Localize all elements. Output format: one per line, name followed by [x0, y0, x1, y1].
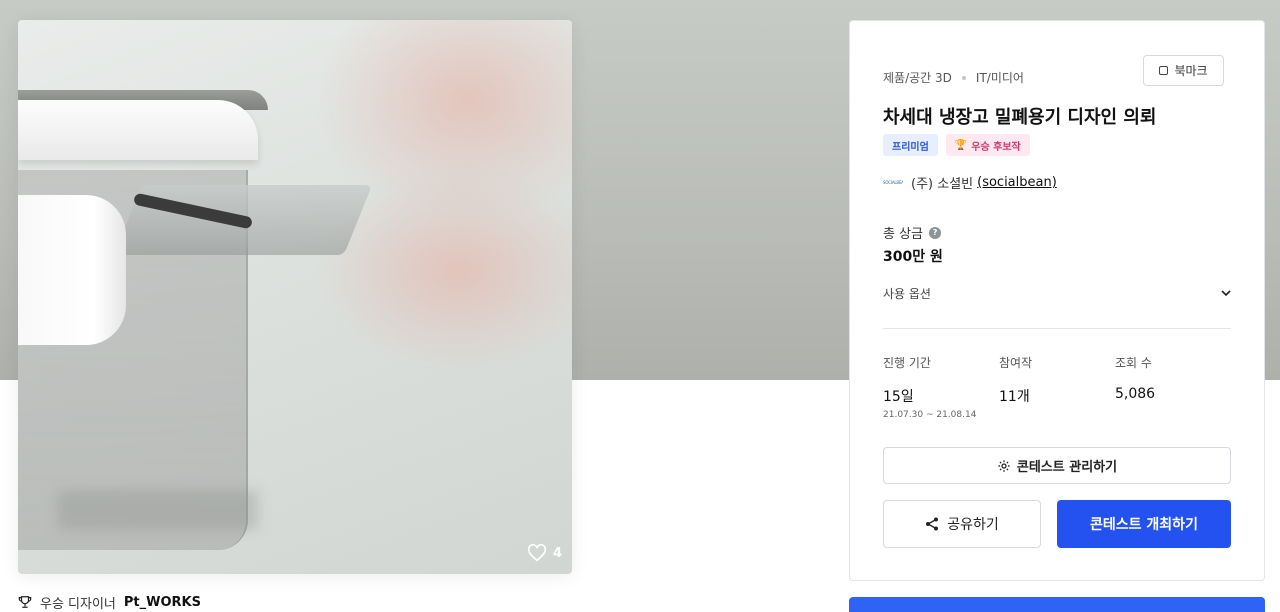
stat-entries: 참여작 11개	[999, 354, 1115, 420]
period-value: 15일	[883, 389, 914, 405]
container-lid-rim	[18, 100, 258, 160]
company-logo: SOCIALBEAN	[883, 180, 903, 185]
prize-label-text: 총 상금	[883, 227, 924, 242]
contest-info-panel: 제품/공간 3D IT/미디어 북마크 차세대 냉장고 밀폐용기 디자인 의뢰 …	[849, 20, 1265, 581]
container-band	[18, 195, 126, 345]
chevron-down-icon	[1221, 290, 1231, 297]
badge-row: 프리미엄 🏆 우승 후보작	[883, 134, 1030, 156]
views-label: 조회 수	[1115, 356, 1152, 370]
like-count: 4	[552, 545, 562, 561]
share-label: 공유하기	[947, 517, 999, 533]
help-icon[interactable]: ?	[929, 226, 942, 239]
stat-views: 조회 수 5,086	[1115, 354, 1231, 420]
designer-nickname[interactable]: Pt_WORKS	[124, 595, 201, 610]
entries-label: 참여작	[999, 356, 1033, 370]
period-label: 진행 기간	[883, 356, 931, 370]
gear-icon	[998, 459, 1010, 472]
company-row[interactable]: SOCIALBEAN (주) 소셜빈 (socialbean)	[883, 173, 1057, 192]
premium-badge: 프리미엄	[883, 134, 938, 156]
bottom-cta-strip[interactable]	[849, 597, 1265, 612]
container-shadow	[58, 490, 258, 530]
like-button[interactable]: 4	[527, 544, 562, 562]
trophy-icon: 🏆	[954, 139, 968, 151]
separator-dot	[961, 75, 966, 80]
category-primary[interactable]: 제품/공간 3D	[883, 69, 952, 86]
share-button[interactable]: 공유하기	[883, 500, 1041, 548]
winner-badge-label: 우승 후보작	[971, 141, 1021, 153]
share-icon	[926, 517, 939, 531]
trophy-icon	[18, 596, 32, 608]
views-value: 5,086	[1115, 386, 1156, 402]
stat-period: 진행 기간 15일 21.07.30 ~ 21.08.14	[883, 354, 999, 420]
designer-prefix: 우승 디자이너	[40, 596, 116, 612]
winning-designer: 우승 디자이너 Pt_WORKS	[18, 592, 201, 612]
heart-icon	[527, 544, 546, 562]
contest-title: 차세대 냉장고 밀폐용기 디자인 의뢰	[883, 107, 1157, 128]
entries-value: 11개	[999, 389, 1030, 405]
contest-stats: 진행 기간 15일 21.07.30 ~ 21.08.14 참여작 11개 조회…	[883, 354, 1231, 420]
use-option-label: 사용 옵션	[883, 286, 931, 301]
manage-contest-button[interactable]: 콘테스트 관리하기	[883, 447, 1231, 484]
winner-candidate-badge: 🏆 우승 후보작	[945, 134, 1030, 156]
bookmark-label: 북마크	[1174, 64, 1208, 78]
company-handle[interactable]: (socialbean)	[977, 175, 1057, 190]
prize-value: 300만 원	[883, 249, 943, 265]
contest-hero-image[interactable]: 4	[18, 20, 572, 574]
category-secondary[interactable]: IT/미디어	[976, 69, 1024, 86]
period-range: 21.07.30 ~ 21.08.14	[883, 410, 977, 420]
company-name: (주) 소셜빈	[911, 177, 974, 192]
use-option-toggle[interactable]: 사용 옵션	[883, 283, 1233, 303]
bookmark-icon	[1159, 66, 1169, 75]
prize-label: 총 상금 ?	[883, 223, 942, 242]
category-row: 제품/공간 3D IT/미디어	[883, 69, 1024, 86]
manage-label: 콘테스트 관리하기	[1016, 460, 1118, 475]
host-contest-button[interactable]: 콘테스트 개최하기	[1057, 500, 1231, 548]
bookmark-button[interactable]: 북마크	[1143, 55, 1224, 86]
divider	[883, 328, 1231, 329]
